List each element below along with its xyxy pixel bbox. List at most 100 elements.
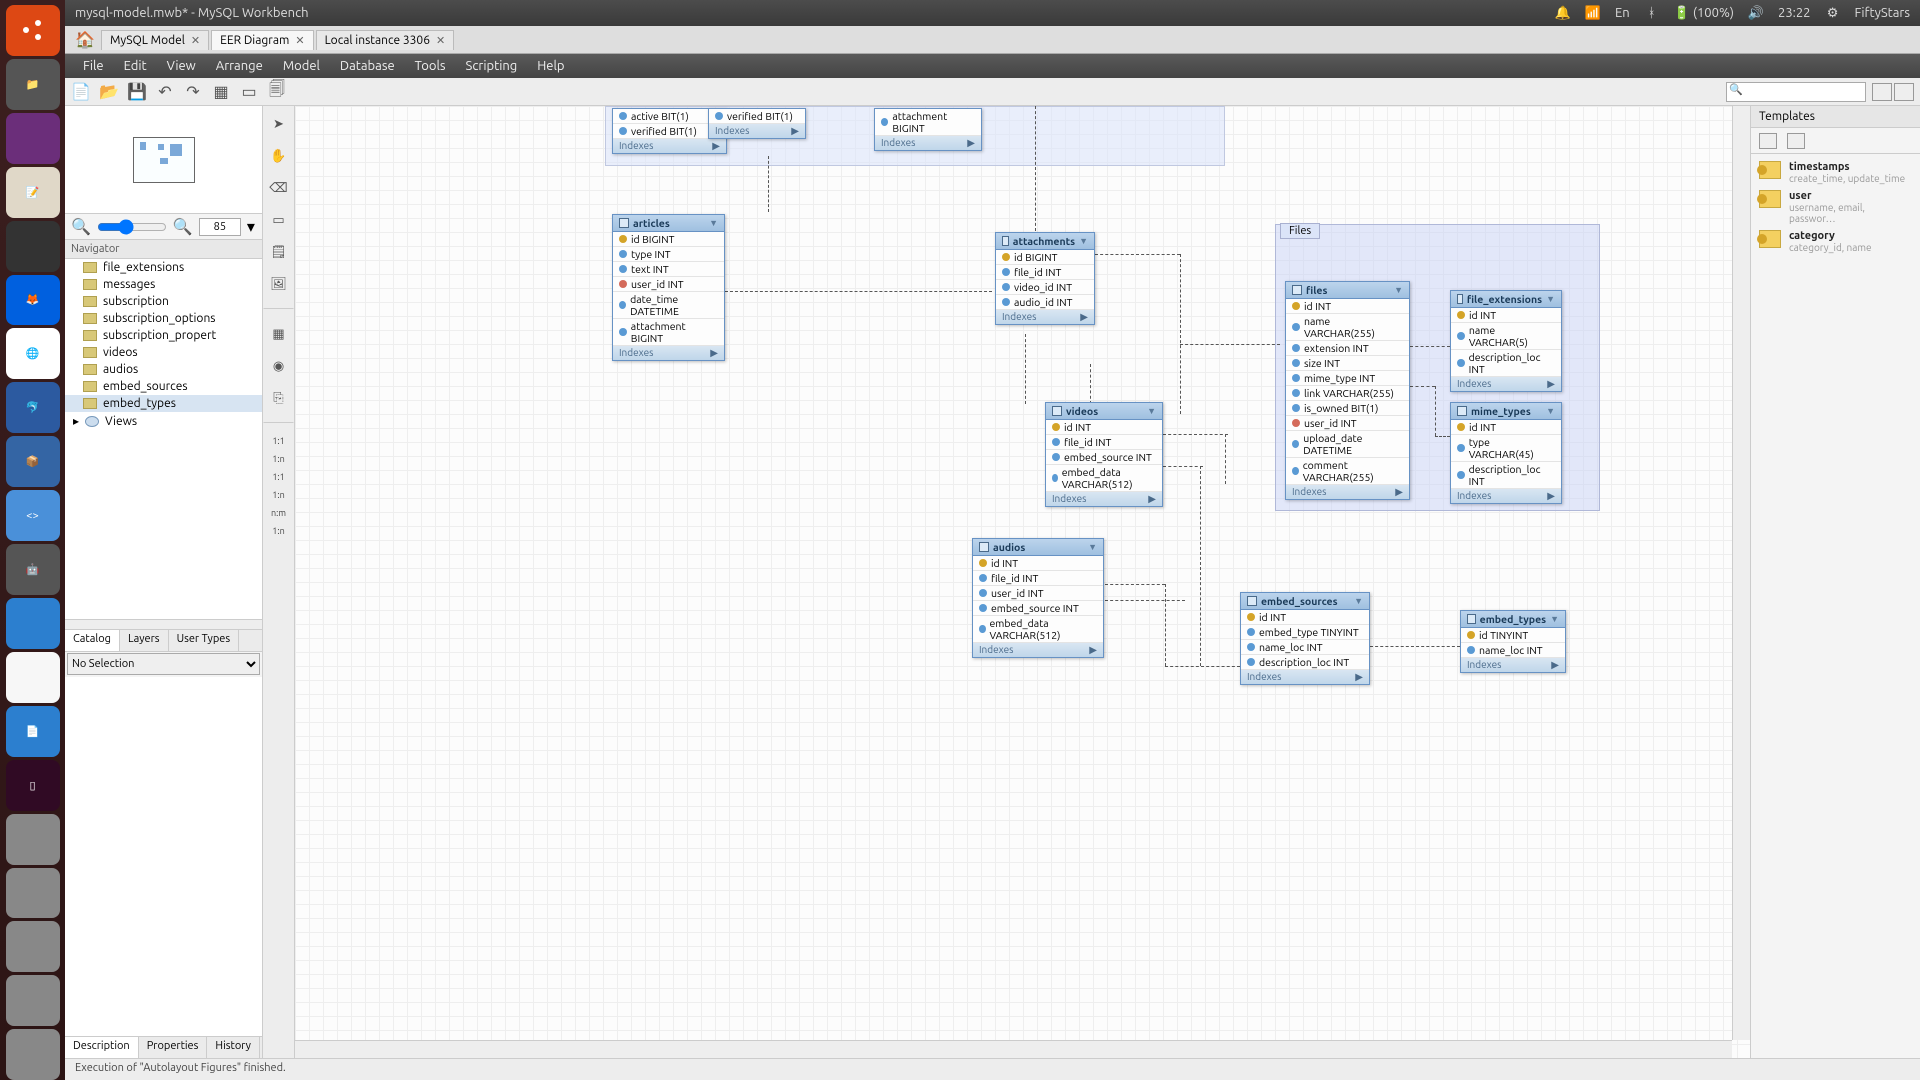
table-header[interactable]: files▼ <box>1286 282 1409 299</box>
pointer-tool[interactable]: ➤ <box>267 112 291 136</box>
tree-table-node[interactable]: subscription <box>65 293 262 310</box>
template-item[interactable]: categorycategory_id, name <box>1755 227 1916 256</box>
table-column[interactable]: type VARCHAR(45) <box>1451 435 1561 462</box>
new-file-button[interactable]: 📄 <box>71 82 91 102</box>
close-icon[interactable]: ✕ <box>436 34 445 47</box>
relation-line[interactable] <box>1165 584 1166 666</box>
tab-local-instance[interactable]: Local instance 3306✕ <box>316 30 455 50</box>
firefox-icon[interactable]: 🦊 <box>6 275 60 326</box>
canvas-vertical-scrollbar[interactable] <box>1732 106 1750 1040</box>
table-column[interactable]: description_loc INT <box>1451 462 1561 489</box>
table-header[interactable]: attachments▼ <box>996 233 1094 250</box>
virtualbox-icon[interactable]: 📦 <box>6 436 60 487</box>
table-column[interactable]: id INT <box>1451 308 1561 323</box>
entity-table-attachments[interactable]: attachments▼id BIGINTfile_id INTvideo_id… <box>995 232 1095 325</box>
tab-user-types[interactable]: User Types <box>169 630 240 651</box>
search-input[interactable] <box>1726 82 1866 102</box>
relation-1-n-ni-tool[interactable]: 1:n <box>265 454 293 464</box>
table-column[interactable]: id INT <box>1451 420 1561 435</box>
table-column[interactable]: id INT <box>1286 299 1409 314</box>
zoom-dropdown-button[interactable]: ▾ <box>247 217 255 236</box>
expand-icon[interactable]: ▶ <box>967 137 975 149</box>
table-column[interactable]: id TINYINT <box>1461 628 1565 643</box>
table-column[interactable]: description_loc INT <box>1451 350 1561 377</box>
table-column[interactable]: embed_source INT <box>973 601 1103 616</box>
collapse-icon[interactable]: ▼ <box>1354 596 1363 606</box>
table-indexes-section[interactable]: Indexes▶ <box>709 124 805 138</box>
table-column[interactable]: video_id INT <box>996 280 1094 295</box>
table-column[interactable]: file_id INT <box>996 265 1094 280</box>
chrome-icon[interactable]: 🌐 <box>6 328 60 379</box>
toggle-panel-button[interactable] <box>1894 83 1914 101</box>
battery-indicator[interactable]: 🔋 (100%) <box>1674 6 1734 21</box>
menu-scripting[interactable]: Scripting <box>456 59 528 73</box>
export-button[interactable]: 🗐 <box>267 82 287 102</box>
table-column[interactable]: id BIGINT <box>613 232 724 247</box>
relation-1-n-tool[interactable]: 1:n <box>265 490 293 500</box>
tree-table-node[interactable]: embed_types <box>65 395 262 412</box>
table-column[interactable]: id INT <box>1241 610 1369 625</box>
relation-line[interactable] <box>1200 466 1201 666</box>
notes-icon[interactable]: 📝 <box>6 167 60 218</box>
table-column[interactable]: audio_id INT <box>996 295 1094 310</box>
table-column[interactable]: description_loc INT <box>1241 655 1369 670</box>
app-icon[interactable] <box>6 921 60 972</box>
layer-tool[interactable]: ▭ <box>267 208 291 232</box>
diagram-canvas[interactable]: Files <box>295 106 1750 1058</box>
minimap[interactable] <box>65 106 262 214</box>
table-header[interactable]: mime_types▼ <box>1451 403 1561 420</box>
template-new-button[interactable] <box>1787 133 1805 149</box>
relation-line[interactable] <box>1165 666 1240 667</box>
relation-line[interactable] <box>1163 434 1228 435</box>
menu-help[interactable]: Help <box>527 59 574 73</box>
undo-button[interactable]: ↶ <box>155 82 175 102</box>
collapse-icon[interactable]: ▼ <box>1079 236 1088 246</box>
relation-line[interactable] <box>1410 386 1435 387</box>
table-column[interactable]: user_id INT <box>1286 416 1409 431</box>
zoom-value-input[interactable] <box>199 218 241 236</box>
tree-table-node[interactable]: file_extensions <box>65 259 262 276</box>
app-icon[interactable] <box>6 221 60 272</box>
table-column[interactable]: embed_data VARCHAR(512) <box>973 616 1103 643</box>
table-indexes-section[interactable]: Indexes▶ <box>875 136 981 150</box>
menu-tools[interactable]: Tools <box>405 59 456 73</box>
expand-icon[interactable]: ▶ <box>1080 311 1088 323</box>
template-open-button[interactable] <box>1759 133 1777 149</box>
table-column[interactable]: id BIGINT <box>996 250 1094 265</box>
menu-model[interactable]: Model <box>273 59 330 73</box>
relation-line[interactable] <box>1090 364 1091 404</box>
relation-n-m-tool[interactable]: n:m <box>265 508 293 518</box>
relation-line[interactable] <box>1105 600 1185 601</box>
expand-icon[interactable]: ▶ <box>1395 486 1403 498</box>
table-column[interactable]: user_id INT <box>973 586 1103 601</box>
table-indexes-section[interactable]: Indexes▶ <box>1451 377 1561 391</box>
writer-icon[interactable]: 📄 <box>6 706 60 757</box>
relation-line[interactable] <box>1105 584 1165 585</box>
collapse-icon[interactable]: ▼ <box>1546 406 1555 416</box>
table-column[interactable]: embed_data VARCHAR(512) <box>1046 465 1162 492</box>
notification-icon[interactable]: 🔔 <box>1555 5 1571 21</box>
table-column[interactable]: date_time DATETIME <box>613 292 724 319</box>
zoom-slider[interactable] <box>97 219 167 235</box>
app-icon[interactable] <box>6 975 60 1026</box>
entity-table-videos[interactable]: videos▼id INTfile_id INTembed_source INT… <box>1045 402 1163 507</box>
relation-line[interactable] <box>1225 434 1226 484</box>
table-column[interactable]: text INT <box>613 262 724 277</box>
user-menu[interactable]: FiftyStars <box>1855 6 1910 20</box>
close-icon[interactable]: ✕ <box>191 34 200 47</box>
clock[interactable]: 23:22 <box>1778 6 1811 20</box>
zoom-in-icon[interactable]: 🔍 <box>173 217 193 236</box>
expand-icon[interactable]: ▶ <box>712 140 720 152</box>
tab-history[interactable]: History <box>207 1037 260 1058</box>
table-column[interactable]: size INT <box>1286 356 1409 371</box>
open-file-button[interactable]: 📂 <box>99 82 119 102</box>
table-column[interactable]: type INT <box>613 247 724 262</box>
volume-icon[interactable]: 🔊 <box>1748 5 1764 21</box>
language-indicator[interactable]: En <box>1615 6 1630 20</box>
entity-table-file_extensions[interactable]: file_extensions▼id INTname VARCHAR(5)des… <box>1450 290 1562 392</box>
table-column[interactable]: id INT <box>1046 420 1162 435</box>
entity-table-embed_sources[interactable]: embed_sources▼id INTembed_type TINYINTna… <box>1240 592 1370 685</box>
collapse-icon[interactable]: ▼ <box>1546 294 1555 304</box>
collapse-icon[interactable]: ▼ <box>1550 614 1559 624</box>
wifi-icon[interactable]: 📶 <box>1585 5 1601 21</box>
